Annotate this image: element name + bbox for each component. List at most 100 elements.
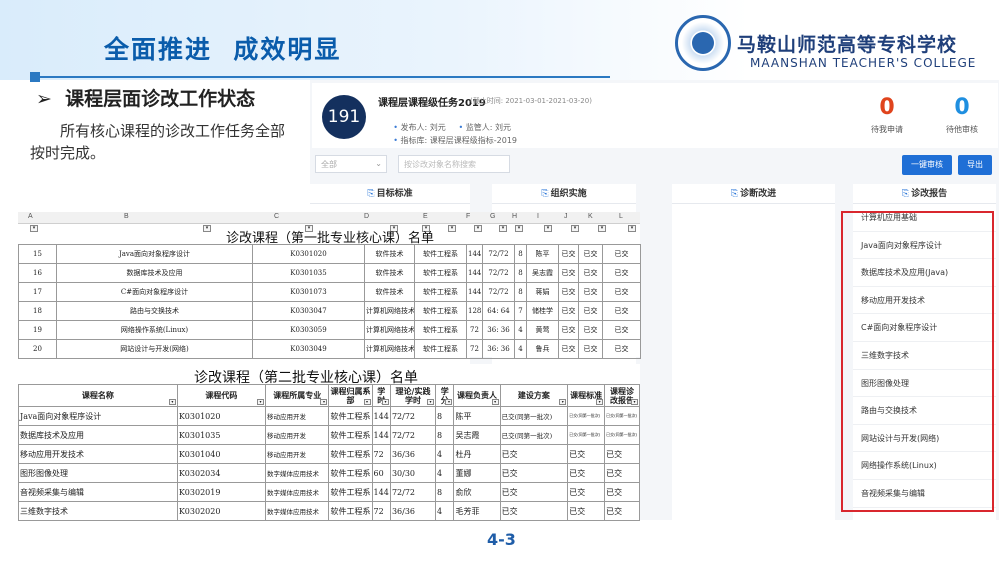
filter-dropdown-icon[interactable]: ▾ — [427, 399, 435, 405]
filter-dropdown-icon[interactable]: ▾ — [203, 225, 211, 232]
status-filter-select[interactable]: 全部 ⌄ — [315, 155, 387, 173]
header-divider — [30, 76, 610, 78]
table-cell: 俞欣 — [453, 482, 501, 502]
table-cell: 移动应用开发技术 — [18, 444, 178, 464]
filter-dropdown-icon[interactable]: ▾ — [571, 225, 579, 232]
tab-organize[interactable]: ⎘ 组织实施 — [492, 184, 636, 204]
table-cell: 已交 — [602, 301, 641, 321]
table-row: 数据库技术及应用 K0301035 移动应用开发 软件工程系 144 72/72 8 吴志霞已… — [18, 425, 640, 445]
panel-diagnose: ⎘ 诊断改进 — [672, 184, 835, 520]
filter-dropdown-icon[interactable]: ▾ — [596, 399, 604, 405]
table-cell: 15 — [18, 244, 57, 264]
table-cell: 已交 — [499, 482, 569, 502]
table-cell: 36/36 — [389, 444, 437, 464]
table-cell: 30/30 — [389, 463, 437, 483]
table-cell: 144 — [371, 482, 391, 502]
filter-dropdown-icon[interactable]: ▾ — [544, 225, 552, 232]
table-cell: K0303049 — [252, 339, 365, 359]
table-cell: 已交 — [602, 282, 641, 302]
stat-label: 待他审核 — [946, 125, 978, 134]
table-cell: 软件工程系 — [414, 320, 467, 340]
table-row: 16 数据库技术及应用 K0301035 软件技术 软件工程系 144 72/72 8 吴志霞已… — [18, 263, 641, 283]
column-letter: I — [537, 213, 539, 220]
filter-dropdown-icon[interactable]: ▾ — [474, 225, 482, 232]
table-cell: 软件工程系 — [414, 339, 467, 359]
table-cell: 已交 — [558, 301, 579, 321]
table-cell: K0302019 — [176, 482, 266, 502]
table-cell: 72/72 — [482, 244, 515, 264]
table-cell: 陈平 — [453, 406, 501, 426]
table-cell: 软件工程系 — [328, 463, 373, 483]
filter-dropdown-icon[interactable]: ▾ — [515, 225, 523, 232]
table-cell: 董娜 — [453, 463, 501, 483]
column-header: 课程名称 ▾ — [18, 384, 178, 407]
stat-value: 0 — [954, 95, 970, 120]
table-cell: Java面向对象程序设计 — [18, 406, 178, 426]
table-cell: 已交 — [578, 339, 603, 359]
filter-dropdown-icon[interactable]: ▾ — [320, 399, 328, 405]
table-cell: K0301073 — [252, 282, 365, 302]
filter-dropdown-icon[interactable]: ▾ — [445, 399, 453, 405]
tab-goal[interactable]: ⎘ 目标标准 — [310, 184, 470, 204]
filter-dropdown-icon[interactable]: ▾ — [30, 225, 38, 232]
filter-dropdown-icon[interactable]: ▾ — [168, 399, 176, 405]
column-header-label: 课程名称 — [81, 390, 114, 400]
table-cell: 19 — [18, 320, 57, 340]
table-cell: 144 — [466, 282, 483, 302]
filter-dropdown-icon[interactable]: ▾ — [363, 399, 371, 405]
filter-dropdown-icon[interactable]: ▾ — [491, 399, 499, 405]
table-cell: 72/72 — [389, 482, 437, 502]
stat-pending-apply[interactable]: 0 待我申请 — [857, 95, 917, 135]
tab-icon: ⎘ — [901, 189, 910, 199]
table-cell: 已交(同第一批次) — [499, 425, 569, 445]
stat-label: 待我申请 — [871, 125, 903, 134]
table-cell: 8 — [514, 263, 527, 283]
column-letter: E — [423, 213, 428, 220]
table-cell: 软件技术 — [364, 244, 415, 264]
task-card[interactable]: 191 课程层课程级任务2019 (截止时间: 2021-03-01-2021-… — [312, 83, 998, 148]
filter-dropdown-icon[interactable]: ▾ — [631, 399, 638, 405]
table-cell: 72/72 — [482, 263, 515, 283]
search-input[interactable] — [398, 155, 510, 173]
column-letter: K — [588, 213, 593, 220]
table-cell: K0301040 — [176, 444, 266, 464]
table-cell: 已交 — [578, 263, 603, 283]
table-cell: 已交 — [578, 320, 603, 340]
filter-dropdown-icon[interactable]: ▾ — [256, 399, 264, 405]
table-cell: 网络操作系统(Linux) — [56, 320, 253, 340]
tab-report[interactable]: ⎘ 诊改报告 — [853, 184, 996, 204]
table-row: Java面向对象程序设计 K0301020 移动应用开发 软件工程系 144 72/72 8… — [18, 406, 640, 426]
table-cell: 数字媒体应用技术 — [264, 463, 330, 483]
batch-review-button[interactable]: 一键审核 — [902, 155, 952, 175]
table-cell: 已交 — [558, 282, 579, 302]
stat-pending-review[interactable]: 0 待他审核 — [932, 95, 992, 135]
table-cell: 已交 — [558, 320, 579, 340]
table-cell: 音视频采集与编辑 — [18, 482, 178, 502]
column-header: 课程标准 ▾ — [567, 384, 606, 407]
indicator-label: 指标库: — [400, 136, 430, 145]
tab-diagnose[interactable]: ⎘ 诊断改进 — [672, 184, 835, 204]
table-cell: 16 — [18, 263, 57, 283]
table-cell: 已交(同第一批次) — [499, 406, 569, 426]
filter-dropdown-icon[interactable]: ▾ — [628, 225, 636, 232]
table-cell: 144 — [466, 263, 483, 283]
table-cell: 72 — [466, 339, 483, 359]
table-cell: 144 — [466, 244, 483, 264]
school-name-en: MAANSHAN TEACHER'S COLLEGE — [750, 56, 977, 70]
table-cell: 软件工程系 — [328, 425, 373, 445]
table-row: 移动应用开发技术 K0301040 移动应用开发 软件工程系 72 36/36 4 杜丹 已交已… — [18, 444, 640, 464]
filter-dropdown-icon[interactable]: ▾ — [598, 225, 606, 232]
table-cell: 18 — [18, 301, 57, 321]
table-cell: 4 — [435, 501, 455, 521]
table-row: 三维数字技术 K0302020 数字媒体应用技术 软件工程系 72 36/36 4 毛芳菲 已交… — [18, 501, 640, 521]
table-cell: 软件技术 — [364, 282, 415, 302]
table-cell: 已交 — [499, 463, 569, 483]
filter-dropdown-icon[interactable]: ▾ — [448, 225, 456, 232]
export-button[interactable]: 导出 — [958, 155, 992, 175]
filter-dropdown-icon[interactable]: ▾ — [559, 399, 567, 405]
column-letter: J — [564, 213, 568, 220]
filter-dropdown-icon[interactable]: ▾ — [499, 225, 507, 232]
filter-dropdown-icon[interactable]: ▾ — [381, 399, 389, 405]
table-cell: 计算机网络技术 — [364, 301, 415, 321]
table-cell: 17 — [18, 282, 57, 302]
